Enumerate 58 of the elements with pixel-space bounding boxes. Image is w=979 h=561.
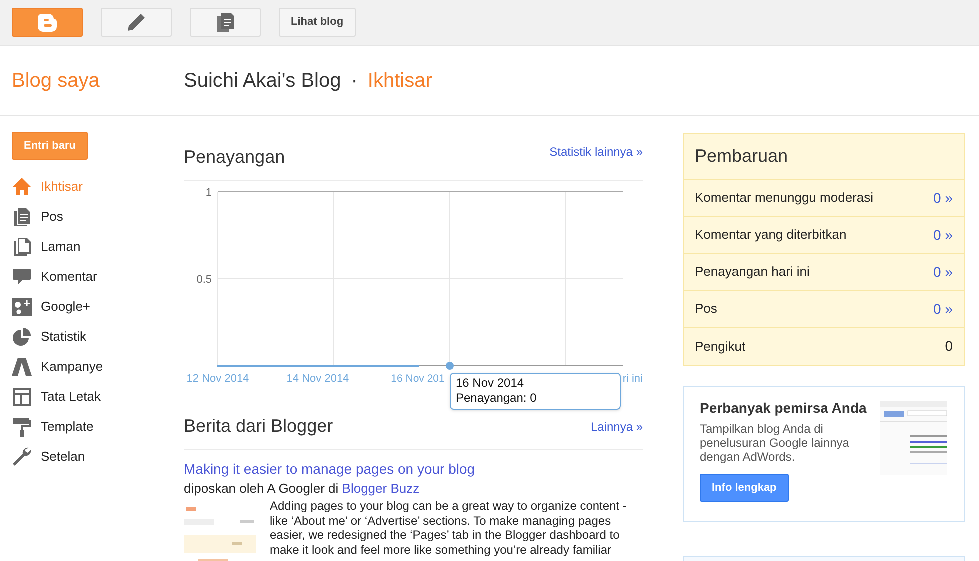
- count-link[interactable]: 0 »: [934, 262, 953, 282]
- blog-source-link[interactable]: Blogger Buzz: [342, 481, 420, 496]
- y-axis-label: 1: [206, 187, 212, 199]
- section-title: Penayangan: [184, 146, 286, 169]
- home-icon: [12, 177, 32, 197]
- x-axis-label: ri ini: [622, 373, 643, 385]
- post-excerpt: Adding pages to your blog can be a great way to organize content - like ‘About me’ or ‘Advertise’ sections. To make managing pages easier, we redesigned the ‘Pages’ tab in the Blogger dashboard to make it look and feel more like something you’re already familiar: [270, 499, 628, 558]
- sidebar-item[interactable]: Tata Letak: [12, 382, 184, 412]
- sidebar-item[interactable]: Komentar: [12, 262, 184, 292]
- sidebar-item[interactable]: Google+: [12, 292, 184, 322]
- update-label: Komentar menunggu moderasi: [695, 189, 874, 208]
- page-title: Ikhtisar: [368, 68, 432, 94]
- update-label: Komentar yang diterbitkan: [695, 226, 847, 244]
- sidebar-item[interactable]: Template: [12, 412, 184, 442]
- new-post-toolbar-button[interactable]: [101, 8, 172, 37]
- count-value: 0: [945, 337, 953, 356]
- more-stats-link[interactable]: Statistik lainnya »: [550, 143, 643, 161]
- sidebar-item[interactable]: Pos: [12, 202, 184, 232]
- view-blog-button[interactable]: Lihat blog: [279, 8, 356, 37]
- promo-text: Tampilkan blog Anda di penelusuran Google lainnya dengan AdWords.: [700, 422, 850, 464]
- sidebar-item[interactable]: Statistik: [12, 322, 184, 352]
- separator: ·: [351, 68, 358, 94]
- blog-title: Suichi Akai's Blog: [184, 68, 342, 94]
- pencil-icon: [127, 13, 146, 32]
- wrench-icon: [12, 447, 32, 467]
- more-info-button[interactable]: Info lengkap: [700, 474, 789, 502]
- count-link[interactable]: 0 »: [934, 224, 953, 246]
- chart-tooltip: 16 Nov 2014 Penayangan: 0: [450, 373, 621, 410]
- x-axis-label: 16 Nov 201: [391, 373, 445, 385]
- layout-icon: [12, 387, 32, 407]
- update-label: Penayangan hari ini: [695, 263, 810, 282]
- pie-chart-icon: [12, 327, 32, 347]
- count-link[interactable]: 0 »: [934, 298, 953, 320]
- post-title-link[interactable]: Making it easier to manage pages on your blog: [184, 460, 643, 478]
- update-label: Pos: [695, 300, 718, 318]
- promo-title: Perbanyak pemirsa Anda: [700, 400, 868, 417]
- x-axis-label: 14 Nov 2014: [286, 373, 350, 385]
- update-label: Pengikut: [695, 338, 746, 356]
- panel-title: Pembaruan: [684, 134, 964, 180]
- speech-bubble-icon: [12, 267, 32, 287]
- y-axis-label: 0.5: [196, 274, 212, 286]
- count-link[interactable]: 0 »: [934, 188, 953, 208]
- sidebar-item[interactable]: Kampanye: [12, 352, 184, 382]
- document-icon: [12, 207, 32, 227]
- more-news-link[interactable]: Lainnya »: [590, 418, 643, 436]
- section-title: Berita dari Blogger: [184, 415, 334, 438]
- pages-icon: [12, 237, 32, 257]
- posts-toolbar-button[interactable]: [190, 8, 261, 37]
- x-axis-label: 12 Nov 2014: [186, 373, 250, 385]
- sidebar-item[interactable]: Laman: [12, 232, 184, 262]
- documents-icon: [217, 13, 234, 32]
- blogger-logo-icon: [38, 14, 58, 32]
- sidebar-item[interactable]: Setelan: [12, 442, 184, 472]
- post-byline: diposkan oleh A Googler di Blogger Buzz: [184, 480, 421, 497]
- tent-icon: [12, 357, 32, 377]
- blogger-home-button[interactable]: [12, 8, 83, 37]
- paint-roller-icon: [12, 417, 32, 437]
- google-plus-icon: [12, 297, 32, 317]
